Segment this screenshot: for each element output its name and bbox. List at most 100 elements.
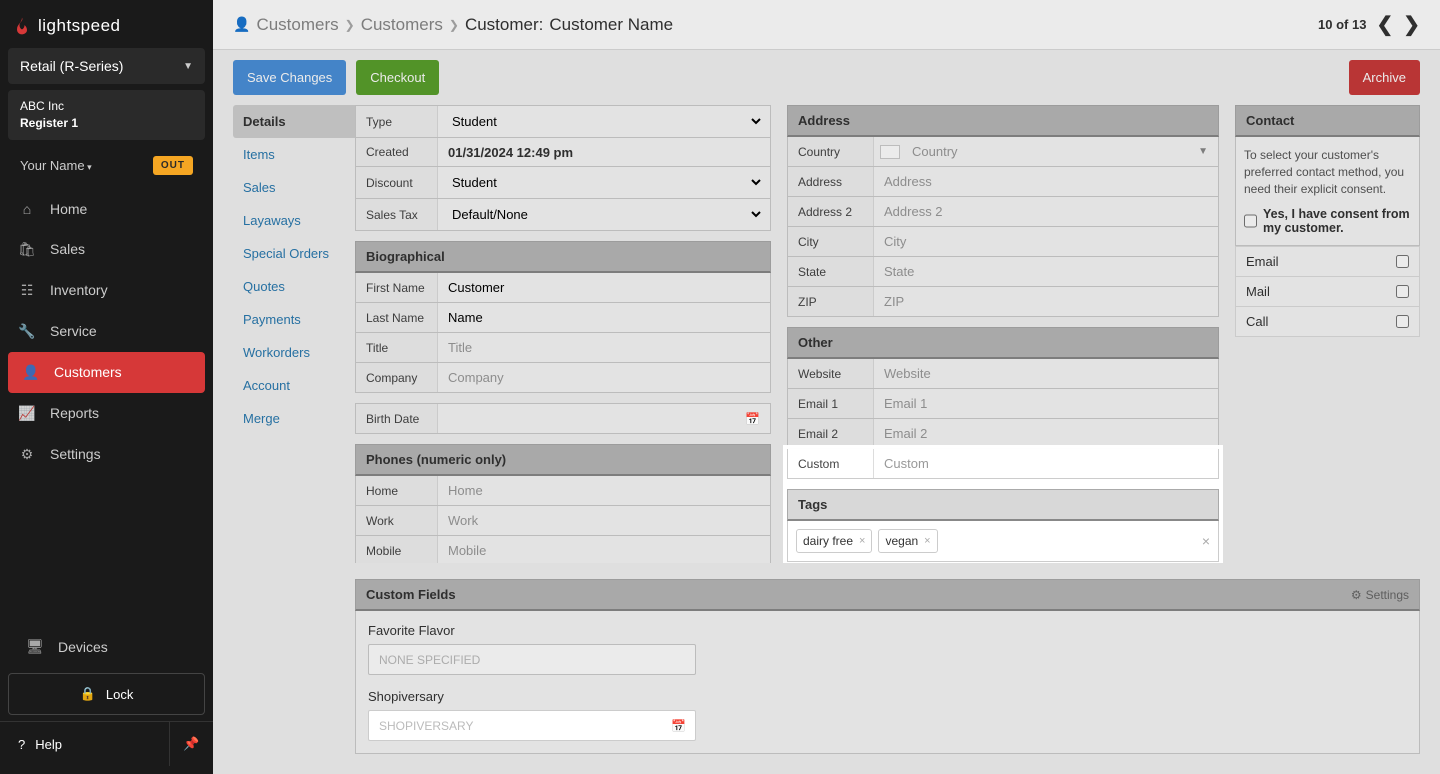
nav-devices[interactable]: 🖥 Devices (8, 626, 205, 667)
phone-work-input[interactable] (444, 510, 764, 531)
lock-icon: 🔒 (80, 686, 96, 702)
email1-input[interactable] (880, 393, 1212, 414)
zip-input[interactable] (880, 291, 1212, 312)
out-badge[interactable]: OUT (153, 156, 193, 175)
mail-checkbox[interactable] (1396, 285, 1409, 298)
consent-checkbox[interactable] (1244, 207, 1257, 235)
shopiversary-label: Shopiversary (368, 689, 1407, 704)
flavor-input[interactable] (368, 644, 696, 675)
country-select[interactable]: Country ▼ (908, 141, 1212, 162)
birth-date-input[interactable] (444, 408, 764, 429)
tab-special-orders[interactable]: Special Orders (233, 237, 355, 270)
remove-tag-icon[interactable]: × (924, 535, 930, 547)
country-flag-icon (880, 145, 900, 159)
custom-input[interactable] (880, 453, 1212, 474)
register-info[interactable]: ABC Inc Register 1 (8, 90, 205, 140)
calendar-icon[interactable]: 📅 (745, 412, 760, 426)
nav-service[interactable]: 🔧Service (0, 311, 213, 352)
company-input[interactable] (444, 367, 764, 388)
tab-account[interactable]: Account (233, 369, 355, 402)
tab-layaways[interactable]: Layaways (233, 204, 355, 237)
next-button[interactable]: ❯ (1403, 12, 1420, 37)
details-column: Type Student Created 01/31/2024 12:49 pm… (355, 105, 771, 543)
devices-icon: 🖥 (26, 638, 44, 655)
email2-input[interactable] (880, 423, 1212, 444)
flame-icon (12, 16, 32, 36)
contact-header: Contact (1235, 105, 1420, 137)
call-checkbox[interactable] (1396, 315, 1409, 328)
chevron-down-icon: ▼ (183, 61, 193, 72)
save-button[interactable]: Save Changes (233, 60, 346, 95)
tags-header: Tags (787, 489, 1219, 521)
nav-home[interactable]: ⌂Home (0, 189, 213, 229)
main-area: 👤 Customers ❯ Customers ❯ Customer: Cust… (213, 0, 1440, 774)
tag-vegan[interactable]: vegan × (878, 529, 937, 553)
retail-selector[interactable]: Retail (R-Series) ▼ (8, 48, 205, 84)
checkout-button[interactable]: Checkout (356, 60, 439, 95)
tab-quotes[interactable]: Quotes (233, 270, 355, 303)
custom-fields-settings-link[interactable]: ⚙ Settings (1351, 588, 1409, 602)
discount-select[interactable]: Student (444, 171, 764, 194)
tab-sales[interactable]: Sales (233, 171, 355, 204)
type-select[interactable]: Student (444, 110, 764, 133)
address-header: Address (787, 105, 1219, 137)
city-input[interactable] (880, 231, 1212, 252)
tab-details[interactable]: Details (233, 105, 355, 138)
gear-icon: ⚙ (1351, 588, 1362, 602)
brand-name: lightspeed (38, 16, 121, 36)
website-input[interactable] (880, 363, 1212, 384)
phone-mobile-input[interactable] (444, 540, 764, 561)
tax-select[interactable]: Default/None (444, 203, 764, 226)
nav-settings[interactable]: ⚙Settings (0, 434, 213, 475)
address-input[interactable] (880, 171, 1212, 192)
pin-button[interactable]: 📌 (169, 722, 213, 766)
nav-sales[interactable]: 🛍Sales (0, 229, 213, 270)
contact-method-email: Email (1235, 246, 1420, 277)
chevron-down-icon: ▼ (1198, 146, 1208, 157)
tab-workorders[interactable]: Workorders (233, 336, 355, 369)
nav-reports[interactable]: 📈Reports (0, 393, 213, 434)
first-name-input[interactable] (444, 277, 764, 298)
tab-items[interactable]: Items (233, 138, 355, 171)
calendar-icon[interactable]: 📅 (671, 719, 686, 733)
flavor-label: Favorite Flavor (368, 623, 1407, 638)
tags-box[interactable]: dairy free ×vegan × × (787, 521, 1219, 562)
last-name-input[interactable] (444, 307, 764, 328)
state-input[interactable] (880, 261, 1212, 282)
sidebar: lightspeed Retail (R-Series) ▼ ABC Inc R… (0, 0, 213, 774)
remove-tag-icon[interactable]: × (859, 535, 865, 547)
tags-highlight: Custom Tags dairy free ×vegan × × (787, 449, 1219, 562)
contact-column: Contact To select your customer's prefer… (1235, 105, 1420, 543)
phones-header: Phones (numeric only) (355, 444, 771, 476)
lock-button[interactable]: 🔒 Lock (8, 673, 205, 715)
detail-tabs: DetailsItemsSalesLayawaysSpecial OrdersQ… (233, 105, 355, 543)
email-checkbox[interactable] (1396, 255, 1409, 268)
custom-fields-header: Custom Fields ⚙ Settings (355, 579, 1420, 611)
chevron-right-icon: ❯ (449, 18, 459, 32)
user-circle-icon: 👤 (233, 16, 250, 33)
title-input[interactable] (444, 337, 764, 358)
shopiversary-input[interactable] (368, 710, 696, 741)
contact-help-text: To select your customer's preferred cont… (1236, 137, 1419, 203)
action-bar: Save Changes Checkout Archive (213, 50, 1440, 105)
user-row[interactable]: Your Name OUT (8, 146, 205, 189)
nav-customers[interactable]: 👤Customers (8, 352, 205, 393)
tab-merge[interactable]: Merge (233, 402, 355, 435)
other-header: Other (787, 327, 1219, 359)
contact-method-mail: Mail (1235, 277, 1420, 307)
tab-payments[interactable]: Payments (233, 303, 355, 336)
clear-tags-button[interactable]: × (1202, 533, 1210, 549)
pager: 10 of 13 ❮ ❯ (1318, 12, 1420, 37)
phone-home-input[interactable] (444, 480, 764, 501)
help-icon: ? (18, 737, 25, 752)
bio-header: Biographical (355, 241, 771, 273)
consent-row[interactable]: Yes, I have consent from my customer. (1236, 203, 1419, 245)
custom-fields-wrapper: Custom Fields ⚙ Settings Favorite Flavor… (213, 563, 1440, 774)
tag-dairy-free[interactable]: dairy free × (796, 529, 872, 553)
address2-input[interactable] (880, 201, 1212, 222)
nav-inventory[interactable]: ☷Inventory (0, 270, 213, 311)
chevron-right-icon: ❯ (345, 18, 355, 32)
prev-button[interactable]: ❮ (1376, 12, 1393, 37)
archive-button[interactable]: Archive (1349, 60, 1420, 95)
help-button[interactable]: ? Help (0, 723, 169, 766)
